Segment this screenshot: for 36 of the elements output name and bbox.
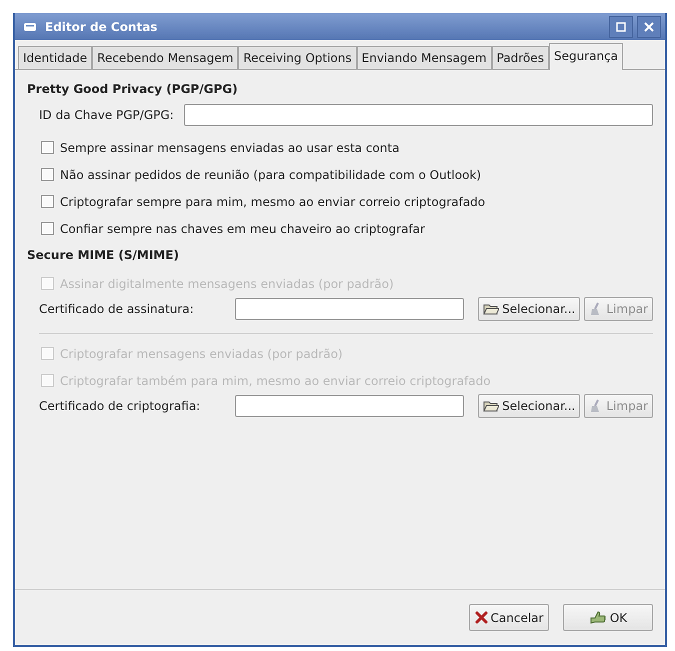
cancel-button[interactable]: Cancelar <box>469 604 549 631</box>
checkbox[interactable] <box>41 168 54 181</box>
checkbox[interactable] <box>41 195 54 208</box>
ok-button[interactable]: OK <box>563 604 653 631</box>
tab[interactable]: Receiving Options <box>238 46 357 69</box>
checkbox[interactable] <box>41 141 54 154</box>
window-menu-icon[interactable] <box>23 20 37 32</box>
select-button[interactable]: Selecionar... <box>478 297 580 321</box>
maximize-button[interactable] <box>609 16 633 38</box>
section-heading: Pretty Good Privacy (PGP/GPG) <box>27 82 239 96</box>
checkbox-label: Sempre assinar mensagens enviadas ao usar esta conta <box>60 140 400 154</box>
close-button[interactable] <box>637 16 661 38</box>
close-icon <box>644 22 654 32</box>
tab[interactable]: Enviando Mensagem <box>356 46 492 69</box>
tab[interactable]: Identidade <box>18 46 92 69</box>
folder-icon <box>483 400 500 412</box>
window-title: Editor de Contas <box>45 20 158 34</box>
checkbox-label: Não assinar pedidos de reunião (para compatibilidade com o Outlook) <box>60 168 482 182</box>
input-field[interactable] <box>234 395 464 417</box>
select-button[interactable]: Selecionar... <box>478 394 580 418</box>
checkbox[interactable] <box>41 222 54 235</box>
maximize-icon <box>616 22 626 32</box>
field-label: ID da Chave PGP/GPG: <box>39 108 174 122</box>
cross-icon <box>474 611 488 624</box>
input-field[interactable] <box>234 298 464 320</box>
checkbox-label: Confiar sempre nas chaves em meu chaveiro ao criptografar <box>60 222 425 236</box>
input-field[interactable] <box>184 104 653 126</box>
section-heading: Secure MIME (S/MIME) <box>27 248 180 262</box>
folder-icon <box>483 303 500 315</box>
field-label: Certificado de criptografia: <box>39 399 202 413</box>
thumbs-up-icon <box>588 610 607 624</box>
tab[interactable]: Segurança <box>548 43 624 70</box>
field-label: Certificado de assinatura: <box>39 302 195 316</box>
checkbox-label: Criptografar sempre para mim, mesmo ao enviar correio criptografado <box>60 194 486 208</box>
tab[interactable]: Padrões <box>492 46 549 69</box>
tab[interactable]: Recebendo Mensagem <box>92 46 238 69</box>
